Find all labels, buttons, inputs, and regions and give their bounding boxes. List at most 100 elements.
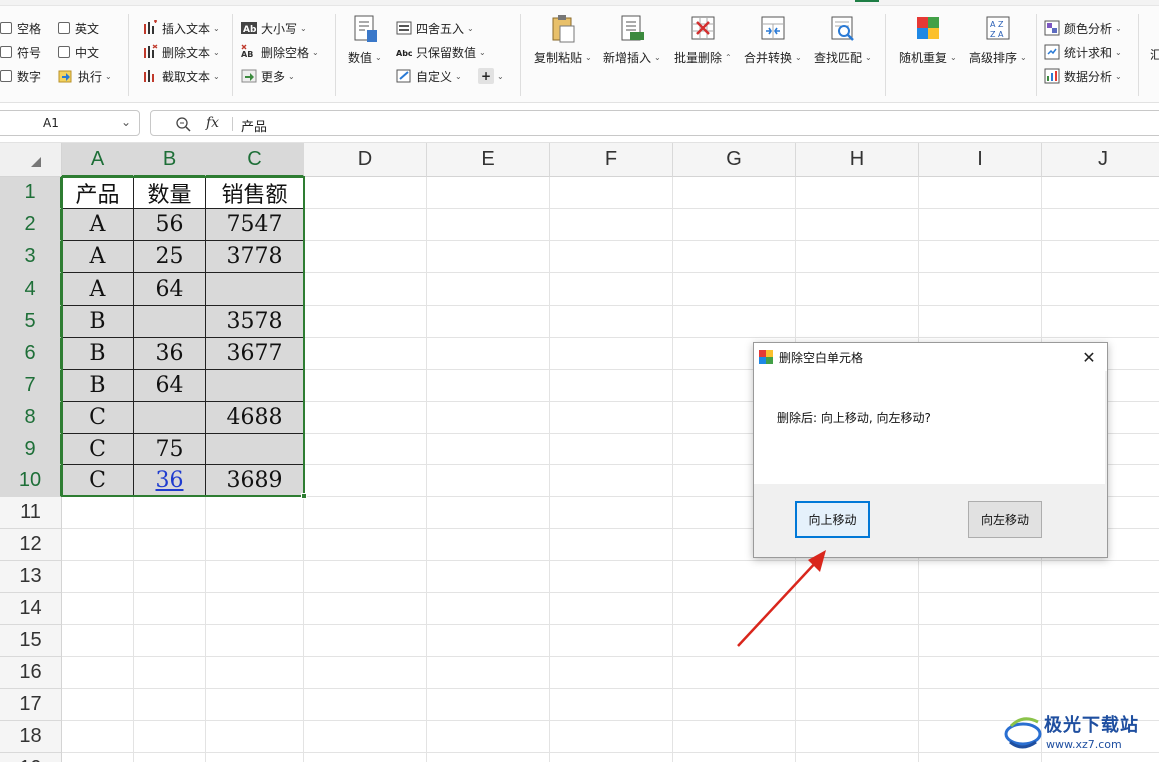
row-header-1[interactable]: 1 [0, 177, 62, 209]
column-header-d[interactable]: D [304, 143, 427, 177]
checkbox-space[interactable]: 空格 [0, 18, 41, 38]
extract-text-button[interactable]: 截取文本 ⌄ [142, 66, 220, 86]
find-match-button[interactable]: 查找匹配 ⌄ [814, 14, 872, 66]
table-cell[interactable] [134, 306, 206, 338]
table-cell[interactable]: 4688 [206, 402, 304, 434]
row-header-2[interactable]: 2 [0, 209, 62, 241]
row-header-10[interactable]: 10 [0, 465, 62, 497]
row-header-5[interactable]: 5 [0, 306, 62, 338]
table-cell[interactable]: 64 [134, 273, 206, 306]
move-up-button[interactable]: 向上移动 [795, 501, 870, 538]
chevron-down-icon[interactable]: ⌄ [121, 115, 131, 129]
column-header-e[interactable]: E [427, 143, 550, 177]
insert-text-button[interactable]: 插入文本 ⌄ [142, 18, 220, 38]
table-cell[interactable]: C [62, 434, 134, 465]
table-cell[interactable] [206, 273, 304, 306]
table-cell[interactable]: 3689 [206, 465, 304, 497]
table-cell[interactable]: 3677 [206, 338, 304, 370]
row-header-4[interactable]: 4 [0, 273, 62, 306]
table-cell[interactable]: B [62, 370, 134, 402]
column-header-h[interactable]: H [796, 143, 919, 177]
row-header-13[interactable]: 13 [0, 561, 62, 593]
advanced-sort-button[interactable]: A ZZ A 高级排序 ⌄ [969, 14, 1027, 66]
keep-values-button[interactable]: Abc 只保留数值 ⌄ [396, 42, 486, 62]
table-cell[interactable]: B [62, 338, 134, 370]
stat-sum-button[interactable]: 统计求和 ⌄ [1044, 42, 1122, 62]
row-header-6[interactable]: 6 [0, 338, 62, 370]
row-header-19[interactable]: 19 [0, 753, 62, 762]
table-cell[interactable]: A [62, 273, 134, 306]
custom-button[interactable]: 自定义 ⌄ [396, 66, 462, 86]
formula-input[interactable]: fx 产品 [150, 110, 1159, 136]
find-match-icon [831, 16, 854, 41]
header-cell[interactable]: 数量 [134, 177, 206, 209]
checkbox-chinese[interactable]: 中文 [58, 42, 99, 62]
row-header-15[interactable]: 15 [0, 625, 62, 657]
values-button[interactable]: 数值 ⌄ [348, 14, 382, 66]
row-header-7[interactable]: 7 [0, 370, 62, 402]
data-analysis-button[interactable]: 数据分析 ⌄ [1044, 66, 1122, 86]
header-cell[interactable]: 销售额 [206, 177, 304, 209]
close-icon[interactable]: ✕ [1077, 345, 1101, 369]
table-cell[interactable]: A [62, 241, 134, 273]
table-cell[interactable]: 75 [134, 434, 206, 465]
table-cell[interactable] [206, 434, 304, 465]
row-header-9[interactable]: 9 [0, 434, 62, 465]
table-cell[interactable]: B [62, 306, 134, 338]
new-insert-button[interactable]: 新增插入 ⌄ [603, 14, 661, 66]
zoom-icon[interactable] [175, 116, 191, 132]
merge-convert-button[interactable]: 合并转换 ⌄ [744, 14, 802, 66]
row-header-12[interactable]: 12 [0, 529, 62, 561]
row-header-17[interactable]: 17 [0, 689, 62, 721]
row-header-18[interactable]: 18 [0, 721, 62, 753]
select-all-corner[interactable] [0, 143, 62, 177]
table-cell[interactable] [134, 402, 206, 434]
advanced-sort-icon: A ZZ A [986, 16, 1010, 40]
table-cell[interactable]: C [62, 465, 134, 497]
case-button[interactable]: Ab 大小写 ⌄ [241, 18, 307, 38]
table-cell[interactable] [206, 370, 304, 402]
more-button[interactable]: 更多 ⌄ [241, 66, 295, 86]
round-button[interactable]: 四舍五入 ⌄ [396, 18, 474, 38]
checkbox-symbol[interactable]: 符号 [0, 42, 41, 62]
table-cell[interactable]: 56 [134, 209, 206, 241]
batch-delete-icon [691, 16, 715, 40]
copy-paste-button[interactable]: 复制粘贴 ⌄ [534, 14, 592, 66]
table-cell[interactable]: C [62, 402, 134, 434]
color-analysis-button[interactable]: 颜色分析 ⌄ [1044, 18, 1122, 38]
table-cell[interactable]: 36 [134, 465, 206, 497]
dialog-titlebar[interactable]: 删除空白单元格 ✕ [754, 343, 1107, 371]
ribbon-overflow-label[interactable]: 汇 [1150, 44, 1159, 64]
batch-delete-button[interactable]: 批量删除 ⌃ [668, 13, 738, 66]
delete-space-button[interactable]: AB 删除空格 ⌄ [241, 42, 319, 62]
fx-icon[interactable]: fx [206, 115, 219, 131]
table-cell[interactable]: 36 [134, 338, 206, 370]
add-button[interactable]: + ⌄ [478, 66, 504, 86]
column-header-j[interactable]: J [1042, 143, 1159, 177]
table-cell[interactable]: 64 [134, 370, 206, 402]
table-cell[interactable]: 25 [134, 241, 206, 273]
row-header-16[interactable]: 16 [0, 657, 62, 689]
table-cell[interactable]: 3578 [206, 306, 304, 338]
table-cell[interactable]: 7547 [206, 209, 304, 241]
column-header-c[interactable]: C [206, 143, 304, 177]
row-header-3[interactable]: 3 [0, 241, 62, 273]
random-repeat-button[interactable]: 随机重复 ⌄ [899, 14, 957, 66]
column-header-i[interactable]: I [919, 143, 1042, 177]
move-left-button[interactable]: 向左移动 [968, 501, 1042, 538]
column-header-f[interactable]: F [550, 143, 673, 177]
row-header-14[interactable]: 14 [0, 593, 62, 625]
header-cell[interactable]: 产品 [62, 177, 134, 209]
checkbox-english[interactable]: 英文 [58, 18, 99, 38]
table-cell[interactable]: 3778 [206, 241, 304, 273]
row-header-8[interactable]: 8 [0, 402, 62, 434]
column-header-b[interactable]: B [134, 143, 206, 177]
column-header-g[interactable]: G [673, 143, 796, 177]
row-header-11[interactable]: 11 [0, 497, 62, 529]
delete-text-button[interactable]: 删除文本 ⌄ [142, 42, 220, 62]
run-button[interactable]: 执行 ⌄ [58, 66, 112, 86]
table-cell[interactable]: A [62, 209, 134, 241]
checkbox-number[interactable]: 数字 [0, 66, 41, 86]
name-box[interactable]: A1 ⌄ [0, 110, 140, 136]
column-header-a[interactable]: A [62, 143, 134, 177]
